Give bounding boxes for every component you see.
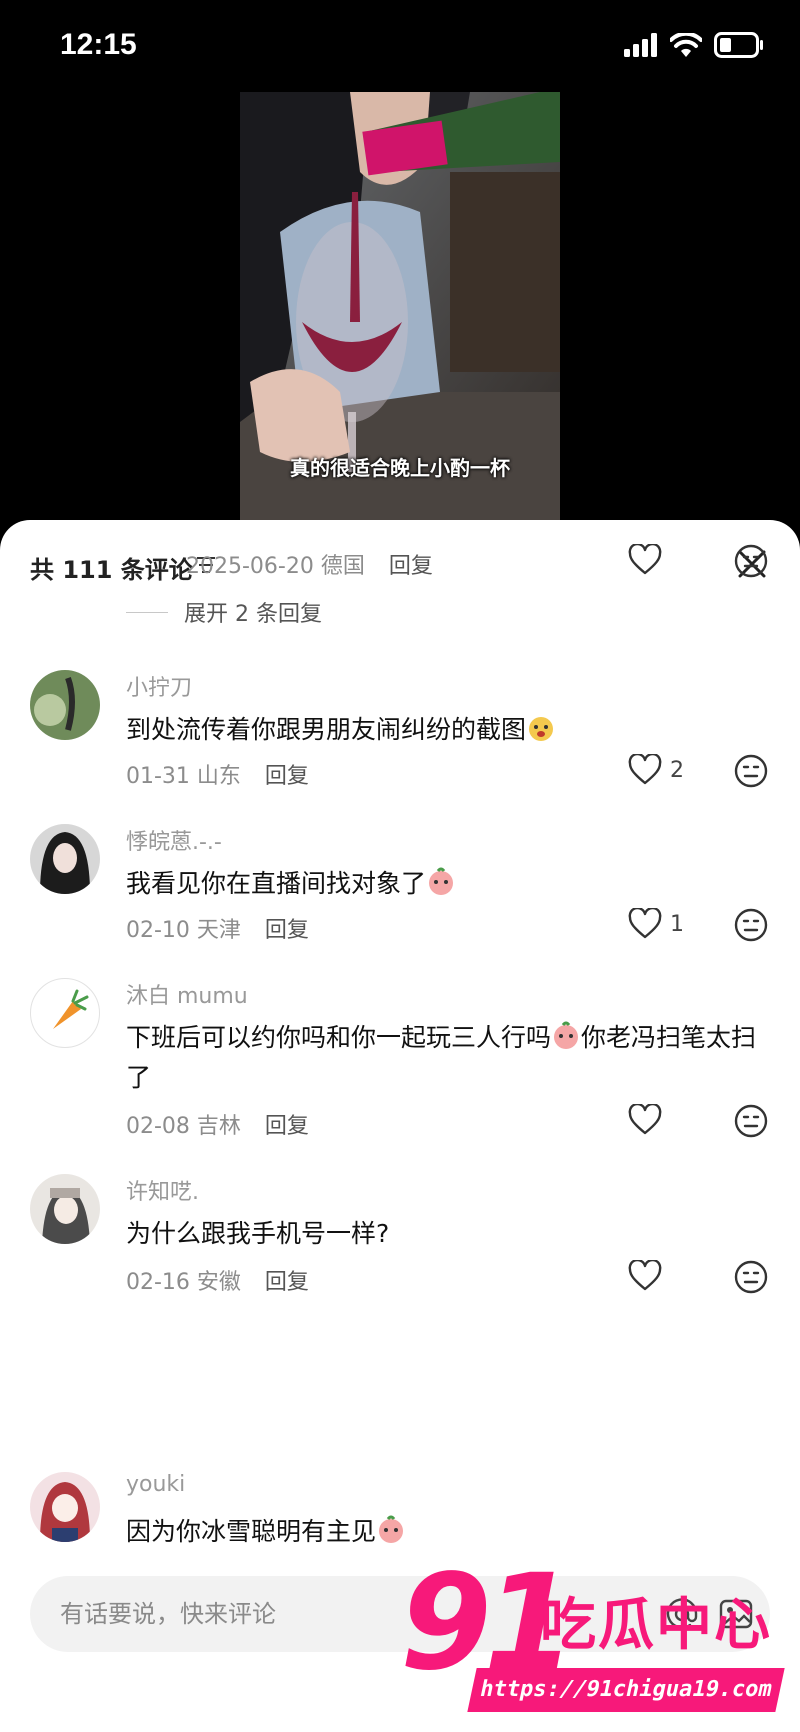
emoji-icon <box>554 1021 579 1049</box>
comment-username[interactable]: 悸皖蒽.-.- <box>126 824 222 856</box>
site-watermark: 91 吃瓜中心 https://91chigua19.com <box>390 1548 800 1732</box>
reply-button[interactable]: 回复 <box>265 758 309 790</box>
comment-date-location: 01-31 山东 <box>126 764 241 789</box>
heart-icon <box>628 544 662 575</box>
reply-button[interactable]: 回复 <box>389 548 433 580</box>
dislike-face-icon <box>734 1260 768 1294</box>
heart-icon <box>628 1104 662 1135</box>
status-time: 12:15 <box>60 28 137 61</box>
comment-meta: 02-16 安徽 回复 <box>126 1264 309 1296</box>
avatar[interactable] <box>30 1472 100 1542</box>
watermark-logo-text: 吃瓜中心 <box>540 1593 772 1658</box>
comment-username[interactable]: youki <box>126 1472 185 1497</box>
comment-username[interactable]: 许知呓. <box>126 1174 199 1206</box>
comment-username[interactable]: 沐白 mumu <box>126 978 248 1010</box>
comment-date-location: 02-10 天津 <box>126 918 241 943</box>
dislike-button[interactable] <box>734 1260 768 1298</box>
reply-button[interactable]: 回复 <box>265 1108 309 1140</box>
comment-text-body: 因为你冰雪聪明有主见 <box>126 1517 377 1546</box>
heart-icon <box>628 1260 662 1291</box>
like-button[interactable] <box>628 1260 662 1292</box>
dislike-button[interactable] <box>734 544 768 582</box>
comment-date-location: 02-16 安徽 <box>126 1270 241 1295</box>
dislike-face-icon <box>734 908 768 942</box>
like-count: 1 <box>670 911 684 937</box>
like-button[interactable] <box>628 1104 662 1136</box>
wifi-icon <box>670 33 702 57</box>
comment-meta: 02-08 吉林 回复 <box>126 1108 309 1140</box>
avatar[interactable] <box>30 978 100 1048</box>
dislike-face-icon <box>734 544 768 578</box>
comment-date-location: 02-08 吉林 <box>126 1114 241 1139</box>
comments-title: 共 111 条评论 <box>30 556 193 584</box>
watermark-url: https://91chigua19.com <box>467 1668 785 1712</box>
video-caption: 真的很适合晚上小酌一杯 <box>290 456 510 480</box>
dislike-button[interactable] <box>734 754 768 792</box>
comment-date-location: 2025-06-20 德国 <box>186 554 365 579</box>
comment-text-body: 到处流传着你跟男朋友闹纠纷的截图 <box>126 715 527 744</box>
dislike-button[interactable] <box>734 908 768 946</box>
comment-meta: 02-10 天津 回复 <box>126 912 309 944</box>
like-button[interactable]: 2 <box>628 754 684 786</box>
emoji-icon <box>379 1515 404 1543</box>
emoji-icon <box>529 717 554 741</box>
comment-text: 到处流传着你跟男朋友闹纠纷的截图 <box>126 710 766 750</box>
comment-meta: 2025-06-20 德国 回复 <box>186 548 433 580</box>
comment-username[interactable]: 小拧刀 <box>126 670 192 702</box>
heart-icon <box>628 908 662 939</box>
avatar[interactable] <box>30 670 100 740</box>
dislike-face-icon <box>734 1104 768 1138</box>
expand-replies-label: 展开 2 条回复 <box>184 602 322 627</box>
avatar[interactable] <box>30 1174 100 1244</box>
status-icons <box>624 30 764 60</box>
like-count: 2 <box>670 757 684 783</box>
comment-meta: 01-31 山东 回复 <box>126 758 309 790</box>
like-button[interactable] <box>628 544 662 576</box>
reply-button[interactable]: 回复 <box>265 912 309 944</box>
video-preview[interactable]: 真的很适合晚上小酌一杯 <box>240 92 560 528</box>
like-button[interactable]: 1 <box>628 908 684 940</box>
status-bar: 12:15 <box>0 0 800 92</box>
dislike-face-icon <box>734 754 768 788</box>
heart-icon <box>628 754 662 785</box>
comment-text-body: 为什么跟我手机号一样? <box>126 1219 390 1248</box>
comment-text: 下班后可以约你吗和你一起玩三人行吗 你老冯扫笔太扫了 <box>126 1018 766 1098</box>
comment-text-body: 我看见你在直播间找对象了 <box>126 869 427 898</box>
avatar[interactable] <box>30 824 100 894</box>
carrot-icon <box>53 989 89 1029</box>
dislike-button[interactable] <box>734 1104 768 1142</box>
battery-icon <box>714 32 763 58</box>
emoji-icon <box>429 867 454 895</box>
comment-text-body: 下班后可以约你吗和你一起玩三人行吗 <box>126 1023 552 1052</box>
signal-icon <box>624 33 657 57</box>
reply-button[interactable]: 回复 <box>265 1264 309 1296</box>
expand-divider <box>126 611 168 613</box>
expand-replies[interactable]: 展开 2 条回复 <box>126 596 322 628</box>
comment-text: 为什么跟我手机号一样? <box>126 1214 766 1254</box>
comment-text: 我看见你在直播间找对象了 <box>126 864 766 904</box>
